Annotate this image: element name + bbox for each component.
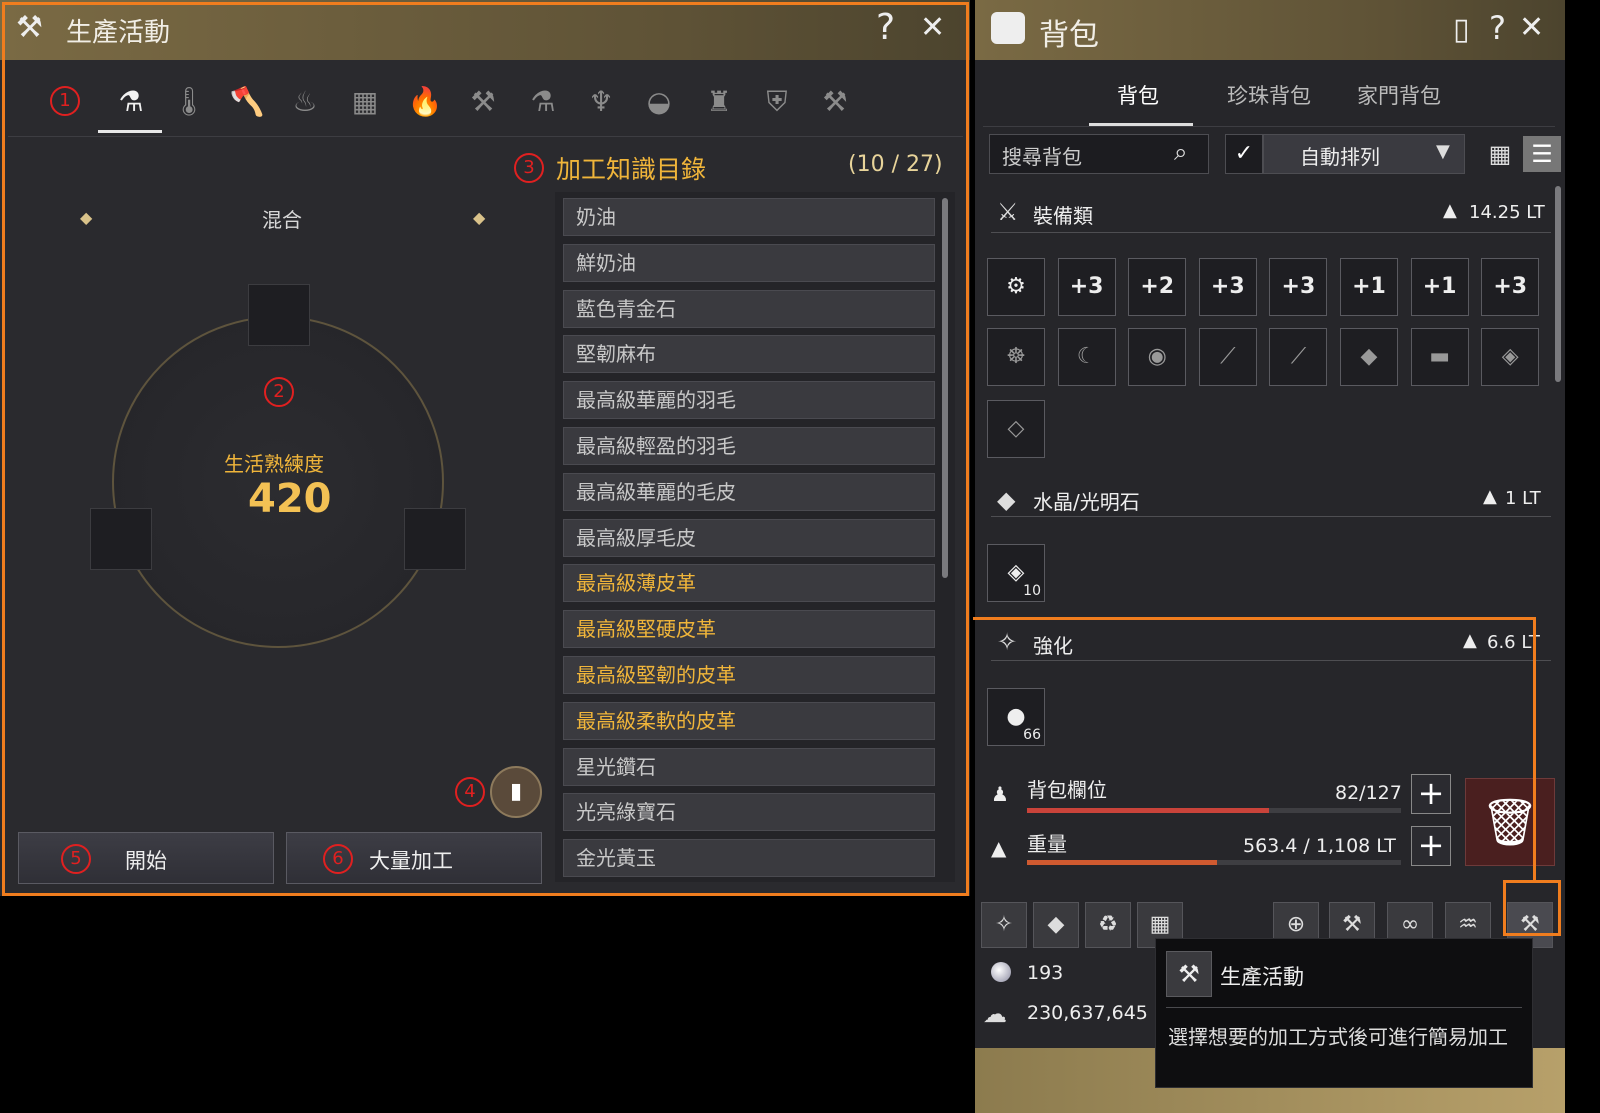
tooltip-hammer-icon: ⚒: [1166, 951, 1212, 997]
search-icon[interactable]: ⌕: [1174, 138, 1187, 166]
equipment-slot[interactable]: +3: [1481, 258, 1540, 316]
bag-slot-value: 82/127: [1335, 782, 1402, 804]
auto-sort-dropdown[interactable]: 自動排列 ▼: [1263, 134, 1465, 174]
enhance-weight: 6.6 LT: [1487, 632, 1540, 653]
lock-icon: ▲: [1463, 630, 1477, 651]
production-shortcut-highlight: [1503, 880, 1561, 936]
equipment-slot[interactable]: +2: [1128, 258, 1187, 316]
equipment-slot[interactable]: ⟋: [1269, 328, 1328, 386]
bag-search-input[interactable]: 搜尋背包: [1002, 141, 1082, 170]
crystal-label: 水晶/光明石: [1033, 490, 1140, 514]
document-icon[interactable]: ▯: [1453, 12, 1470, 47]
enhance-line: [991, 660, 1551, 661]
grid-view-icon[interactable]: ▦: [1481, 136, 1519, 172]
equipment-slot[interactable]: ◇: [987, 400, 1045, 458]
bag-icon: [991, 12, 1025, 44]
tooltip-description: 選擇想要的加工方式後可進行簡易加工: [1168, 1025, 1508, 1049]
equipment-slot[interactable]: +1: [1410, 258, 1469, 316]
enhance-slot[interactable]: ● 66: [987, 688, 1045, 746]
crystal-slot[interactable]: ◈ 10: [987, 544, 1045, 602]
bag-help-button[interactable]: ?: [1489, 6, 1506, 50]
enhance-icon: ✧: [997, 628, 1018, 656]
equipment-slot[interactable]: ☾: [1057, 328, 1116, 386]
list-view-icon[interactable]: ☰: [1523, 136, 1561, 172]
equipment-slot[interactable]: +3: [1269, 258, 1328, 316]
equipment-slot[interactable]: ▬: [1410, 328, 1469, 386]
add-weight-button[interactable]: +: [1411, 826, 1451, 866]
equipment-slot[interactable]: ⟋: [1198, 328, 1257, 386]
equipment-slot[interactable]: +1: [1340, 258, 1398, 316]
crystal-icon: ◆: [997, 486, 1016, 514]
weight-icon: ▲: [991, 836, 1007, 860]
equipment-slot[interactable]: ⚙: [987, 258, 1045, 316]
production-highlight-frame: [2, 2, 969, 896]
bag-slot-icon: ♟: [991, 782, 1009, 806]
tab-pearl-bag[interactable]: 珍珠背包: [1227, 80, 1311, 110]
bag-slot-bar: [1027, 808, 1401, 813]
enhance-highlight-frame-right: [1533, 617, 1536, 881]
bag-title-bar: 背包 ▯ ? ✕: [975, 0, 1565, 60]
bag-title: 背包: [1039, 18, 1099, 53]
equipment-slot[interactable]: ◈: [1481, 328, 1540, 386]
bag-close-button[interactable]: ✕: [1519, 6, 1544, 50]
enhance-shortcut-icon[interactable]: ✧: [981, 902, 1027, 948]
weight-bar: [1027, 860, 1401, 865]
equipment-slot[interactable]: +3: [1198, 258, 1257, 316]
equipment-slot[interactable]: ☸: [987, 328, 1045, 386]
equipment-label: 裝備類: [1033, 204, 1093, 228]
tooltip-divider: [1166, 1007, 1522, 1008]
lock-icon: ▲: [1483, 486, 1497, 507]
tooltip-title: 生產活動: [1220, 965, 1304, 989]
equipment-line: [991, 232, 1551, 233]
equipment-icon: ⚔: [997, 198, 1019, 226]
chevron-down-icon: ▼: [1436, 141, 1450, 162]
bag-scrollbar[interactable]: [1555, 186, 1561, 382]
silver-icon: ☁: [983, 1000, 1007, 1028]
pearl-icon: [991, 962, 1011, 982]
equipment-slot[interactable]: ◆: [1340, 328, 1398, 386]
recycle-shortcut-icon[interactable]: ♻: [1085, 902, 1131, 948]
weight-value: 563.4 / 1,108 LT: [1243, 835, 1396, 857]
silver-count: 230,637,645: [1027, 1002, 1148, 1024]
add-slot-button[interactable]: +: [1411, 774, 1451, 814]
trash-button[interactable]: 🗑: [1465, 778, 1555, 866]
bag-slot-bar-fill: [1027, 808, 1269, 813]
crystal-weight: 1 LT: [1505, 488, 1541, 509]
equipment-slot[interactable]: +3: [1057, 258, 1116, 316]
tab-divider: [983, 126, 1555, 127]
auto-sort-checkbox[interactable]: ✓: [1225, 134, 1263, 174]
crystal-line: [991, 516, 1551, 517]
enhance-highlight-frame: [973, 617, 1536, 620]
enhance-label: 強化: [1033, 634, 1073, 658]
pearl-count: 193: [1027, 962, 1064, 984]
bag-slot-label: 背包欄位: [1027, 778, 1107, 802]
weight-label: 重量: [1027, 832, 1067, 856]
auto-sort-label: 自動排列: [1300, 145, 1380, 169]
bag-search-field[interactable]: 搜尋背包 ⌕: [989, 134, 1209, 174]
tab-bag[interactable]: 背包: [1117, 80, 1159, 110]
weight-bar-fill: [1027, 860, 1217, 865]
crystal-shortcut-icon[interactable]: ◆: [1033, 902, 1079, 948]
tab-family-bag[interactable]: 家門背包: [1357, 80, 1441, 110]
production-tooltip: ⚒ 生產活動 選擇想要的加工方式後可進行簡易加工: [1155, 938, 1533, 1088]
equipment-weight: 14.25 LT: [1469, 202, 1545, 223]
lock-icon: ▲: [1443, 200, 1457, 221]
equipment-slot[interactable]: ◉: [1128, 328, 1187, 386]
